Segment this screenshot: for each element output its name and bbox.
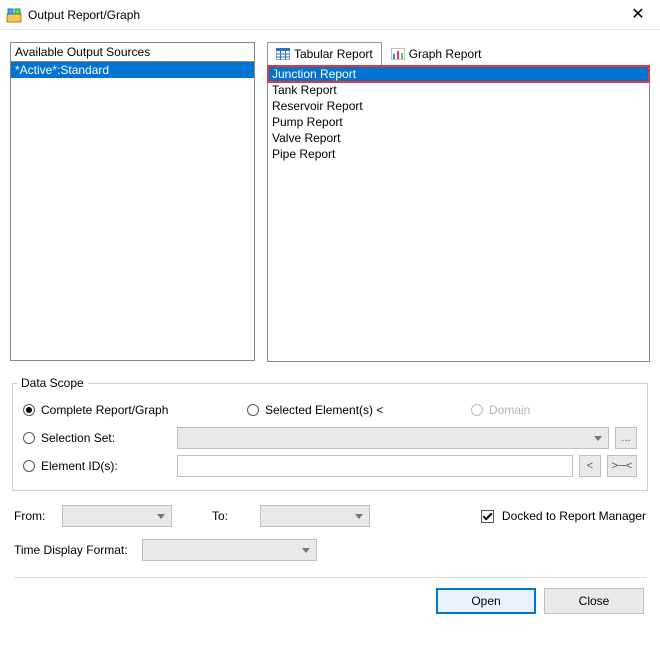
sources-panel: Available Output Sources *Active*:Standa… — [10, 42, 255, 362]
radio-selected-elements[interactable] — [247, 404, 259, 416]
report-tabs: Tabular Report Graph Report — [267, 42, 650, 66]
tab-tabular-report[interactable]: Tabular Report — [267, 42, 382, 66]
radio-complete-report[interactable] — [23, 404, 35, 416]
report-list[interactable]: Junction Report Tank Report Reservoir Re… — [267, 66, 650, 362]
from-combo[interactable] — [62, 505, 172, 527]
to-combo[interactable] — [260, 505, 370, 527]
from-label: From: — [14, 509, 54, 523]
radio-domain — [471, 404, 483, 416]
close-icon[interactable]: ✕ — [616, 0, 660, 30]
sources-list[interactable]: *Active*:Standard — [10, 61, 255, 361]
radio-label: Selected Element(s) < — [265, 403, 465, 417]
app-icon — [6, 7, 22, 23]
sources-header: Available Output Sources — [10, 42, 255, 61]
time-format-combo[interactable] — [142, 539, 317, 561]
data-scope-legend: Data Scope — [17, 376, 88, 390]
radio-label: Selection Set: — [41, 431, 171, 445]
list-item[interactable]: *Active*:Standard — [11, 62, 254, 78]
dialog-buttons: Open Close — [10, 588, 650, 622]
list-item[interactable]: Pump Report — [268, 114, 649, 130]
selection-set-browse-button[interactable]: ... — [615, 427, 637, 449]
window-title: Output Report/Graph — [28, 8, 616, 22]
tab-label: Graph Report — [409, 47, 482, 61]
element-ids-input[interactable] — [177, 455, 573, 477]
open-button[interactable]: Open — [436, 588, 536, 614]
separator — [14, 577, 646, 578]
chart-icon — [391, 48, 405, 60]
radio-label: Element ID(s): — [41, 459, 171, 473]
radio-element-ids[interactable] — [23, 460, 35, 472]
time-format-label: Time Display Format: — [14, 543, 134, 557]
list-item[interactable]: Valve Report — [268, 130, 649, 146]
list-item[interactable]: Tank Report — [268, 82, 649, 98]
list-item[interactable]: Junction Report — [268, 66, 649, 82]
title-bar: Output Report/Graph ✕ — [0, 0, 660, 30]
prev-button[interactable]: < — [579, 455, 601, 477]
tab-label: Tabular Report — [294, 47, 373, 61]
next-button[interactable]: >─< — [607, 455, 637, 477]
close-button[interactable]: Close — [544, 588, 644, 614]
radio-selection-set[interactable] — [23, 432, 35, 444]
selection-set-combo[interactable] — [177, 427, 609, 449]
time-range-row: From: To: Docked to Report Manager — [10, 505, 650, 527]
radio-label: Domain — [489, 403, 530, 417]
radio-label: Complete Report/Graph — [41, 403, 241, 417]
data-scope-group: Data Scope Complete Report/Graph Selecte… — [12, 376, 648, 491]
reports-panel: Tabular Report Graph Report Junct — [267, 42, 650, 362]
tab-graph-report[interactable]: Graph Report — [382, 42, 491, 65]
to-label: To: — [212, 509, 252, 523]
time-format-row: Time Display Format: — [10, 539, 650, 561]
docked-checkbox[interactable] — [481, 510, 494, 523]
list-item[interactable]: Reservoir Report — [268, 98, 649, 114]
list-item[interactable]: Pipe Report — [268, 146, 649, 162]
docked-label: Docked to Report Manager — [502, 509, 646, 523]
table-icon — [276, 48, 290, 60]
